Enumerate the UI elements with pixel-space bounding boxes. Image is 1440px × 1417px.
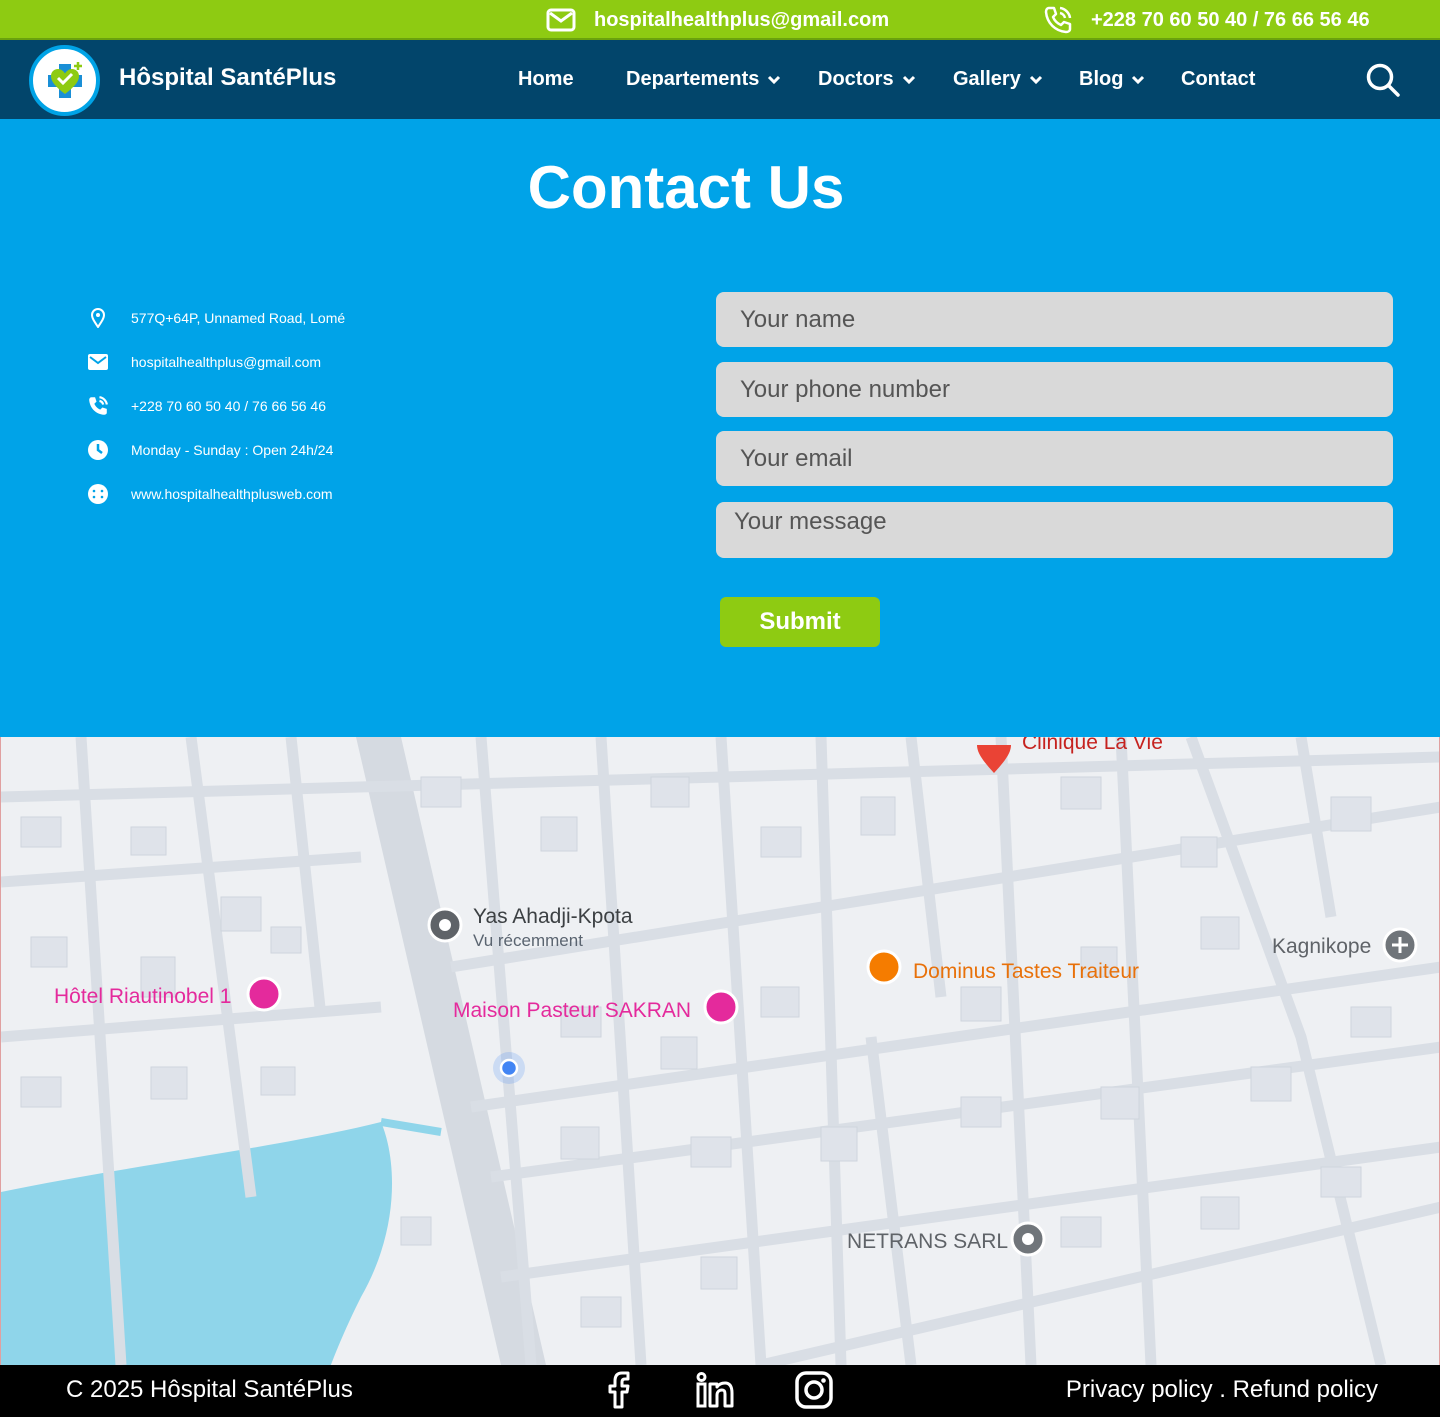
map-place-yas-ahadji-kpota[interactable]: Yas Ahadji-Kpota Vu récemment bbox=[473, 905, 633, 951]
linkedin-icon bbox=[696, 1372, 734, 1408]
contact-info-hours: Monday - Sunday : Open 24h/24 bbox=[86, 438, 333, 462]
phone-input[interactable] bbox=[716, 362, 1393, 417]
copyright-text: C 2025 Hôspital SantéPlus bbox=[66, 1376, 353, 1403]
topbar-email-text: hospitalhealthplus@gmail.com bbox=[594, 8, 890, 31]
nav-item-gallery[interactable]: Gallery bbox=[953, 40, 1043, 119]
contact-info-address: 577Q+64P, Unnamed Road, Lomé bbox=[86, 306, 345, 330]
submit-button[interactable]: Submit bbox=[720, 597, 880, 647]
legal-links[interactable]: Privacy policy . Refund policy bbox=[1066, 1376, 1378, 1404]
clock-icon bbox=[86, 438, 110, 462]
envelope-icon bbox=[546, 5, 576, 35]
nav-item-label: Doctors bbox=[818, 68, 894, 90]
message-textarea[interactable] bbox=[716, 502, 1393, 558]
map-place-clinique-la-vie[interactable]: Clinique La Vie bbox=[1022, 737, 1163, 755]
contact-info-text: www.hospitalhealthplusweb.com bbox=[131, 486, 333, 502]
map-place-label: Kagnikope bbox=[1272, 935, 1372, 958]
topbar-phone[interactable]: +228 70 60 50 40 / 76 66 56 46 bbox=[1043, 0, 1370, 40]
map-place-label: Maison Pasteur SAKRAN bbox=[453, 999, 692, 1022]
nav-item-label: Blog bbox=[1079, 68, 1124, 90]
site-footer: C 2025 Hôspital SantéPlus Privacy policy… bbox=[0, 1365, 1440, 1417]
contact-info-phone[interactable]: +228 70 60 50 40 / 76 66 56 46 bbox=[86, 394, 326, 418]
topbar-email[interactable]: hospitalhealthplus@gmail.com bbox=[546, 0, 889, 40]
topbar-phone-text: +228 70 60 50 40 / 76 66 56 46 bbox=[1091, 8, 1370, 31]
email-input[interactable] bbox=[716, 431, 1393, 486]
contact-info-text: Monday - Sunday : Open 24h/24 bbox=[131, 442, 334, 458]
map-place-dominus-tastes-traiteur[interactable]: Dominus Tastes Traiteur bbox=[913, 960, 1139, 984]
contact-info-text: 577Q+64P, Unnamed Road, Lomé bbox=[131, 310, 346, 326]
chevron-down-icon bbox=[767, 73, 781, 87]
contact-info-text: hospitalhealthplus@gmail.com bbox=[131, 354, 322, 370]
linkedin-link[interactable] bbox=[694, 1369, 736, 1411]
facebook-icon bbox=[608, 1371, 630, 1409]
contact-info-email[interactable]: hospitalhealthplus@gmail.com bbox=[86, 350, 321, 374]
globe-icon bbox=[86, 482, 110, 506]
chevron-down-icon bbox=[1131, 73, 1145, 87]
map-place-label: NETRANS SARL bbox=[847, 1230, 1009, 1253]
map-place-label: Clinique La Vie bbox=[1022, 737, 1163, 754]
map-place-label: Yas Ahadji-Kpota bbox=[473, 905, 633, 928]
nav-item-label: Gallery bbox=[953, 68, 1021, 90]
phone-icon bbox=[86, 394, 110, 418]
map-place-kagnikope[interactable]: Kagnikope bbox=[1272, 935, 1371, 959]
main-navigation: Hôspital SantéPlus Home Departements Doc… bbox=[0, 40, 1440, 119]
facebook-link[interactable] bbox=[597, 1369, 639, 1411]
nav-item-label: Home bbox=[518, 68, 574, 90]
name-input[interactable] bbox=[716, 292, 1393, 347]
contact-info-text: +228 70 60 50 40 / 76 66 56 46 bbox=[131, 398, 327, 414]
chevron-down-icon bbox=[902, 73, 916, 87]
nav-item-departements[interactable]: Departements bbox=[626, 40, 781, 119]
search-button[interactable] bbox=[1365, 62, 1401, 98]
top-contact-bar: hospitalhealthplus@gmail.com +228 70 60 … bbox=[0, 0, 1440, 40]
phone-icon bbox=[1043, 5, 1073, 35]
map-place-hotel-riautinobel[interactable]: Hôtel Riautinobel 1 bbox=[54, 985, 231, 1009]
nav-item-blog[interactable]: Blog bbox=[1079, 40, 1145, 119]
nav-item-home[interactable]: Home bbox=[518, 40, 574, 119]
instagram-link[interactable] bbox=[793, 1369, 835, 1411]
chevron-down-icon bbox=[1029, 73, 1043, 87]
page-title: Contact Us bbox=[527, 154, 845, 221]
map-place-label: Hôtel Riautinobel 1 bbox=[54, 985, 232, 1008]
envelope-icon bbox=[86, 350, 110, 374]
map-place-sublabel: Vu récemment bbox=[473, 931, 583, 950]
instagram-icon bbox=[795, 1371, 833, 1409]
nav-item-doctors[interactable]: Doctors bbox=[818, 40, 916, 119]
contact-info-website[interactable]: www.hospitalhealthplusweb.com bbox=[86, 482, 333, 506]
nav-item-label: Contact bbox=[1181, 68, 1256, 90]
location-pin-icon bbox=[86, 306, 110, 330]
contact-section: Contact Us 577Q+64P, Unnamed Road, Lomé … bbox=[0, 119, 1440, 737]
map-place-maison-pasteur-sakran[interactable]: Maison Pasteur SAKRAN bbox=[453, 999, 691, 1023]
brand-name[interactable]: Hôspital SantéPlus bbox=[119, 64, 336, 92]
map-place-netrans-sarl[interactable]: NETRANS SARL bbox=[847, 1230, 1008, 1254]
nav-item-label: Departements bbox=[626, 68, 760, 90]
location-map[interactable]: Clinique La Vie Yas Ahadji-Kpota Vu récem… bbox=[0, 737, 1440, 1365]
map-background bbox=[1, 737, 1439, 1365]
nav-item-contact[interactable]: Contact bbox=[1181, 40, 1255, 119]
map-place-label: Dominus Tastes Traiteur bbox=[913, 960, 1140, 983]
search-icon bbox=[1366, 63, 1400, 97]
hospital-logo[interactable] bbox=[29, 45, 100, 116]
